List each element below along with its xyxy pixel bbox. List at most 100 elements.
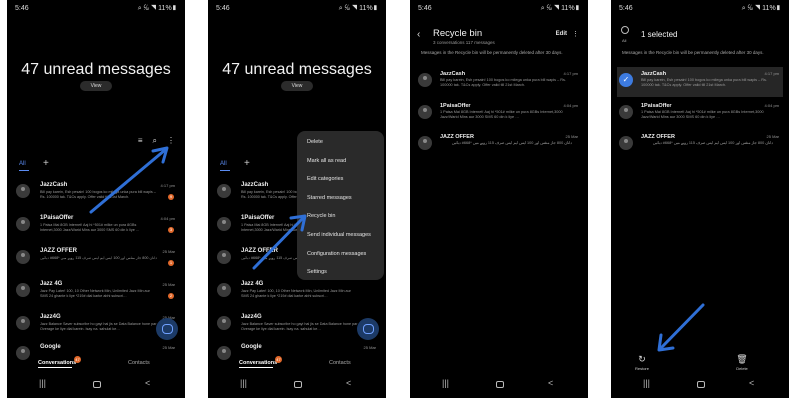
back-icon[interactable]: <: [346, 378, 351, 388]
conversations-badge: 47: [74, 356, 81, 363]
list-item[interactable]: 1PaisaOffer 1 Paisa Mai 8GB Internet! Aa…: [13, 213, 179, 243]
message-snippet: Bill pay karein, Esh pesain! 100 bogos k…: [641, 78, 767, 87]
select-all-checkbox[interactable]: [621, 26, 629, 34]
search-icon[interactable]: ⌕: [153, 136, 157, 146]
message-snippet: Jazz Pay Later! 100, 10 Other Network Mi…: [40, 289, 150, 298]
tab-contacts[interactable]: Contacts: [329, 360, 351, 366]
tab-contacts[interactable]: Contacts: [128, 360, 150, 366]
list-item[interactable]: 1PaisaOffer 1 Paisa Mai 8GB Internet! Aa…: [416, 99, 582, 129]
back-icon[interactable]: <: [145, 378, 150, 388]
restore-button[interactable]: ↻ Restore: [627, 354, 657, 371]
status-time: 5:46: [216, 5, 230, 12]
unread-badge: 9: [168, 194, 174, 200]
list-item[interactable]: Jazz 4G Jazz Pay Later! 100, 10 Other Ne…: [214, 279, 380, 309]
screen-inbox-menu: 5:46 ⌕ ℆ ◥ 11%▮ 47 unread messages View …: [208, 0, 386, 398]
new-message-button[interactable]: [357, 318, 379, 340]
view-button[interactable]: View: [281, 81, 313, 91]
trash-icon: 🗑: [736, 354, 748, 364]
back-icon[interactable]: <: [548, 378, 553, 388]
back-arrow-icon[interactable]: ‹: [417, 29, 420, 40]
sender-name: Jazz 4G: [241, 281, 264, 287]
recycle-bin-notice: Messages in the Recycle bin will be perm…: [421, 50, 563, 55]
tab-conversations[interactable]: Conversations: [239, 360, 277, 366]
recents-icon[interactable]: |||: [39, 378, 46, 388]
menu-item-configuration[interactable]: Configuration messages: [297, 245, 384, 264]
message-time: 4:17 pm: [563, 71, 578, 76]
list-item[interactable]: JazzCash Bill pay karein, Esh pesain! 10…: [13, 180, 179, 210]
home-icon[interactable]: [294, 381, 302, 388]
system-nav-bar: ||| <: [208, 378, 386, 390]
menu-item-edit-categories[interactable]: Edit categories: [297, 170, 384, 189]
recents-icon[interactable]: |||: [240, 378, 247, 388]
menu-item-delete[interactable]: Delete: [297, 133, 384, 152]
status-bar: 5:46 ⌕ ℆ ◥ 11%▮: [619, 5, 781, 15]
sender-name: 1PaisaOffer: [641, 103, 672, 109]
tab-indicator: [38, 367, 72, 368]
menu-item-starred[interactable]: Starred messages: [297, 189, 384, 208]
sender-name: 1PaisaOffer: [40, 215, 74, 221]
home-icon[interactable]: [697, 381, 705, 388]
avatar: [217, 316, 231, 330]
selection-header: All 1 selected: [617, 26, 783, 46]
message-snippet: دانان 800 جاز منٹس اور 100 ایس ایم ایس ص…: [652, 141, 773, 145]
sender-name: JazzCash: [440, 71, 466, 77]
menu-item-send-individual[interactable]: Send individual messages: [297, 226, 384, 245]
home-icon[interactable]: [496, 381, 504, 388]
status-icons: ⌕ ℆ ◥ 11%▮: [540, 5, 580, 12]
system-nav-bar: ||| <: [410, 378, 588, 390]
list-item[interactable]: JAZZ OFFER دانان 800 جاز منٹس اور 100 ای…: [416, 130, 582, 160]
message-snippet: Jazz Pay Later! 100, 10 Other Network Mi…: [241, 289, 351, 298]
menu-item-mark-all-read[interactable]: Mark all as read: [297, 152, 384, 171]
recents-icon[interactable]: |||: [643, 378, 650, 388]
sender-name: Jazz 4G: [40, 281, 63, 287]
delete-button[interactable]: 🗑 Delete: [727, 354, 757, 371]
toolbar: ≡ ⌕ ⋮: [138, 136, 175, 146]
list-item-selected[interactable]: ✓ JazzCash Bill pay karein, Esh pesain! …: [617, 67, 783, 97]
message-time: 4:17 pm: [160, 183, 175, 188]
list-item[interactable]: JazzCash Bill pay karein, Esh pesain! 10…: [416, 67, 582, 97]
avatar: [16, 316, 30, 330]
list-item[interactable]: JAZZ OFFER دانان 800 جاز منٹس اور 100 ای…: [13, 246, 179, 276]
checkmark-icon[interactable]: ✓: [619, 73, 633, 87]
filter-icon[interactable]: ≡: [138, 136, 143, 146]
unread-badge: 2: [168, 293, 174, 299]
menu-item-settings[interactable]: Settings: [297, 263, 384, 282]
view-button[interactable]: View: [80, 81, 112, 91]
avatar: [16, 217, 30, 231]
tab-indicator: [220, 170, 230, 171]
tab-conversations[interactable]: Conversations: [38, 360, 76, 366]
avatar: [217, 283, 231, 297]
list-item[interactable]: Jazz 4G Jazz Pay Later! 100, 10 Other Ne…: [13, 279, 179, 309]
status-bar: 5:46 ⌕ ℆ ◥ 11%▮: [15, 5, 177, 15]
screen-recycle-bin-selected: 5:46 ⌕ ℆ ◥ 11%▮ All 1 selected Messages …: [611, 0, 789, 398]
message-time: 25 Mar: [162, 282, 175, 287]
recycle-bin-notice: Messages in the Recycle bin will be perm…: [622, 50, 764, 55]
home-icon[interactable]: [93, 381, 101, 388]
recents-icon[interactable]: |||: [442, 378, 449, 388]
add-category-icon[interactable]: +: [43, 158, 49, 169]
back-icon[interactable]: <: [749, 378, 754, 388]
message-time: 25 Mar: [766, 134, 779, 139]
message-snippet: Bill pay karein, Esh pesain! 100 bogos k…: [40, 190, 156, 199]
sender-name: JazzCash: [40, 182, 68, 188]
list-item[interactable]: 1PaisaOffer 1 Paisa Mai 8GB Internet! Aa…: [617, 99, 783, 129]
tab-all[interactable]: All: [220, 161, 227, 167]
more-options-icon[interactable]: ⋮: [167, 136, 175, 146]
unread-badge: 3: [168, 227, 174, 233]
message-time: 4:04 pm: [563, 103, 578, 108]
status-icons: ⌕ ℆ ◥ 11%▮: [741, 5, 781, 12]
list-item[interactable]: JAZZ OFFER دانان 800 جاز منٹس اور 100 ای…: [617, 130, 783, 160]
new-message-button[interactable]: [156, 318, 178, 340]
list-item[interactable]: Jazz4G Jazz Balance Saver subscribe ho g…: [214, 312, 380, 342]
restore-label: Restore: [634, 366, 649, 371]
tab-all[interactable]: All: [19, 161, 26, 167]
add-category-icon[interactable]: +: [244, 158, 250, 169]
edit-button[interactable]: Edit: [556, 31, 567, 37]
menu-item-recycle-bin[interactable]: Recycle bin: [297, 207, 384, 226]
more-options-icon[interactable]: ⋮: [572, 30, 579, 38]
page-title: Recycle bin: [433, 28, 483, 39]
message-snippet: 1 Paisa Mai 8GB Internet! Aaj hi *501# m…: [440, 110, 563, 119]
list-item[interactable]: Jazz4G Jazz Balance Saver subscribe ho g…: [13, 312, 179, 342]
message-time: 25 Mar: [363, 345, 376, 350]
sender-name: JAZZ OFFER: [241, 248, 278, 254]
